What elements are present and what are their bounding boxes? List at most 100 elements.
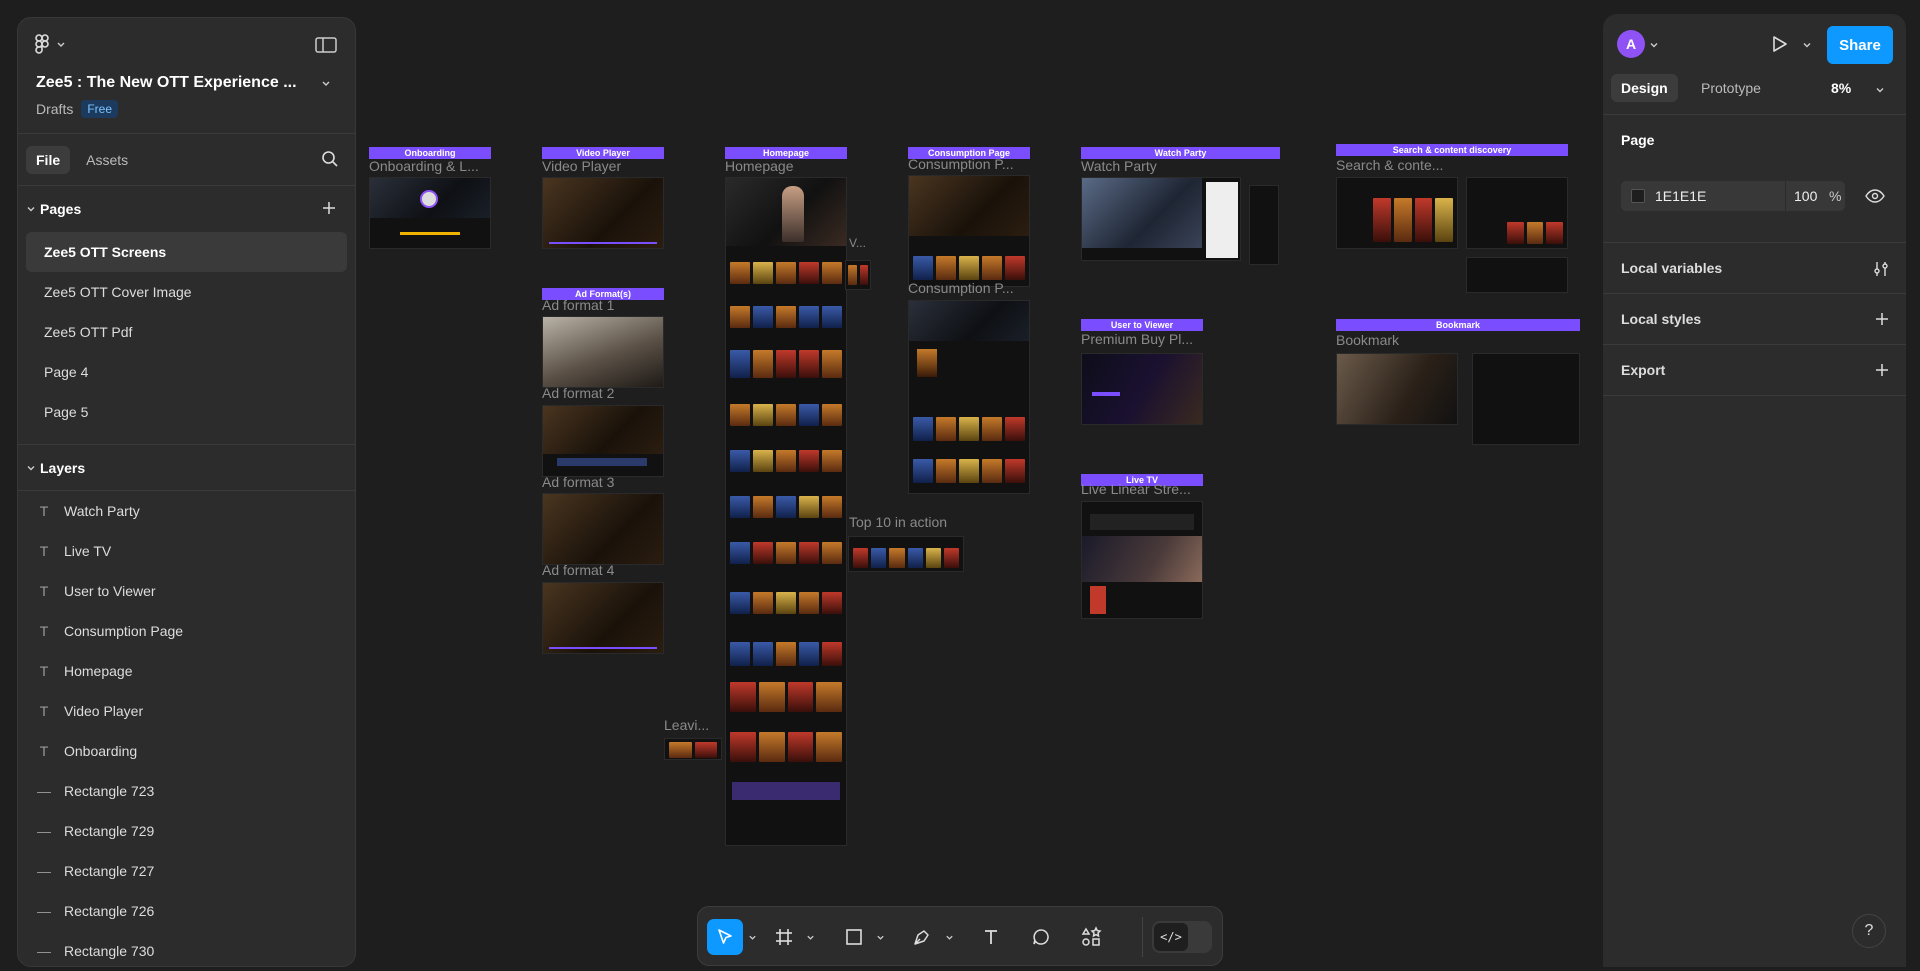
layer-item[interactable]: T Consumption Page [18, 611, 355, 651]
local-variables-row[interactable]: Local variables [1603, 243, 1906, 294]
page-item[interactable]: Zee5 OTT Pdf [26, 312, 347, 352]
pages-header[interactable]: Pages [18, 186, 355, 232]
pen-tool-button[interactable] [904, 919, 940, 955]
layer-item[interactable]: — Rectangle 726 [18, 891, 355, 931]
layer-item[interactable]: — Rectangle 723 [18, 771, 355, 811]
add-page-icon[interactable] [321, 200, 337, 216]
frame-label-ad-format-4[interactable]: Ad format 4 [542, 562, 664, 578]
toggle-sidebar-icon[interactable] [315, 36, 337, 54]
frame-homepage[interactable] [725, 177, 847, 846]
page-item[interactable]: Zee5 OTT Screens [26, 232, 347, 272]
page-item[interactable]: Page 4 [26, 352, 347, 392]
frame-consumption-2[interactable] [908, 300, 1030, 494]
frame-consumption-1[interactable] [908, 175, 1030, 287]
page-item[interactable]: Page 5 [26, 392, 347, 432]
frame-watch-party[interactable] [1081, 177, 1241, 261]
color-swatch[interactable] [1631, 189, 1645, 203]
frame-tool-button[interactable] [766, 919, 802, 955]
add-icon[interactable] [1874, 311, 1890, 327]
dev-mode-toggle[interactable]: </> [1152, 921, 1212, 953]
collapse-chevron-icon[interactable] [26, 463, 36, 473]
frame-search[interactable] [1336, 177, 1458, 249]
frame-label-leaving[interactable]: Leavi... [664, 717, 712, 733]
frame-label-ad-format-1[interactable]: Ad format 1 [542, 297, 664, 313]
move-tool-button[interactable] [707, 919, 743, 955]
tab-design[interactable]: Design [1611, 74, 1678, 102]
chevron-down-icon[interactable] [1649, 40, 1659, 50]
layer-item[interactable]: T Onboarding [18, 731, 355, 771]
layer-item[interactable]: T Video Player [18, 691, 355, 731]
frame-ad-format-2[interactable] [542, 405, 664, 477]
frame-label-video-player[interactable]: Video Player [542, 158, 664, 174]
actions-tool-button[interactable] [1073, 919, 1109, 955]
layer-item[interactable]: — Rectangle 727 [18, 851, 355, 891]
chevron-down-icon[interactable] [1802, 40, 1812, 50]
frame-top-10[interactable] [848, 536, 964, 572]
title-chevron-icon[interactable] [321, 78, 331, 88]
variables-settings-icon[interactable] [1872, 260, 1890, 278]
main-menu-button[interactable] [34, 34, 66, 54]
frame-search-3[interactable] [1466, 257, 1568, 293]
frame-ad-format-4[interactable] [542, 582, 664, 654]
chevron-down-icon[interactable] [806, 933, 815, 942]
layers-header[interactable]: Layers [18, 445, 355, 491]
frame-label-watch-party[interactable]: Watch Party [1081, 158, 1203, 174]
frame-label-consumption-1[interactable]: Consumption P... [908, 156, 1030, 172]
frame-label-live-linear[interactable]: Live Linear Stre... [1081, 481, 1203, 497]
frame-label-consumption-2[interactable]: Consumption P... [908, 280, 1030, 296]
chevron-down-icon[interactable] [748, 933, 757, 942]
layer-item[interactable]: T Watch Party [18, 491, 355, 531]
hex-value[interactable]: 1E1E1E [1655, 188, 1785, 204]
section-bar-bookmark[interactable]: Bookmark [1336, 319, 1580, 331]
frame-leaving[interactable] [664, 738, 722, 760]
frame-label-premium-buy[interactable]: Premium Buy Pl... [1081, 331, 1203, 347]
tab-prototype[interactable]: Prototype [1691, 74, 1771, 102]
file-title[interactable]: Zee5 : The New OTT Experience ... [36, 74, 306, 92]
text-tool-button[interactable] [973, 919, 1009, 955]
eye-icon[interactable] [1865, 189, 1885, 203]
frame-premium-buy[interactable] [1081, 353, 1203, 425]
add-icon[interactable] [1874, 362, 1890, 378]
page-item[interactable]: Zee5 OTT Cover Image [26, 272, 347, 312]
frame-onboarding[interactable] [369, 177, 491, 249]
local-styles-row[interactable]: Local styles [1603, 294, 1906, 345]
search-icon[interactable] [321, 150, 339, 168]
avatar[interactable]: A [1617, 30, 1645, 58]
layer-item[interactable]: T Homepage [18, 651, 355, 691]
frame-label-ad-format-3[interactable]: Ad format 3 [542, 474, 664, 490]
frame-watch-party-side[interactable] [1249, 185, 1279, 265]
frame-label-ad-format-2[interactable]: Ad format 2 [542, 385, 664, 401]
zoom-level[interactable]: 8% [1831, 80, 1851, 96]
layer-item[interactable]: — Rectangle 730 [18, 931, 355, 966]
present-play-icon[interactable] [1769, 34, 1789, 54]
layer-item[interactable]: — Rectangle 729 [18, 811, 355, 851]
help-button[interactable]: ? [1852, 914, 1886, 948]
share-button[interactable]: Share [1827, 26, 1893, 64]
frame-label-bookmark[interactable]: Bookmark [1336, 332, 1458, 348]
chevron-down-icon[interactable] [876, 933, 885, 942]
frame-homepage-side[interactable] [845, 260, 871, 290]
frame-label-v[interactable]: V... [849, 236, 873, 250]
chevron-down-icon[interactable] [945, 933, 954, 942]
frame-label-top-10[interactable]: Top 10 in action [849, 514, 969, 530]
frame-label-onboarding[interactable]: Onboarding & L... [369, 158, 491, 174]
section-bar-user-to-viewer[interactable]: User to Viewer [1081, 319, 1203, 331]
frame-ad-format-3[interactable] [542, 493, 664, 565]
frame-bookmark-list[interactable] [1472, 353, 1580, 445]
layer-item[interactable]: T Live TV [18, 531, 355, 571]
tab-assets[interactable]: Assets [76, 146, 138, 174]
frame-video-player[interactable] [542, 177, 664, 249]
drafts-link[interactable]: Drafts [36, 101, 73, 117]
tab-file[interactable]: File [26, 145, 71, 174]
frame-ad-format-1[interactable] [542, 316, 664, 388]
background-color-field[interactable]: 1E1E1E 100 % [1621, 181, 1845, 211]
frame-bookmark[interactable] [1336, 353, 1458, 425]
shape-tool-button[interactable] [836, 919, 872, 955]
comment-tool-button[interactable] [1023, 919, 1059, 955]
layer-item[interactable]: T User to Viewer [18, 571, 355, 611]
collapse-chevron-icon[interactable] [26, 204, 36, 214]
opacity-value[interactable]: 100 [1785, 181, 1823, 211]
frame-live-tv[interactable] [1081, 501, 1203, 619]
export-row[interactable]: Export [1603, 345, 1906, 396]
chevron-down-icon[interactable] [1875, 85, 1885, 95]
